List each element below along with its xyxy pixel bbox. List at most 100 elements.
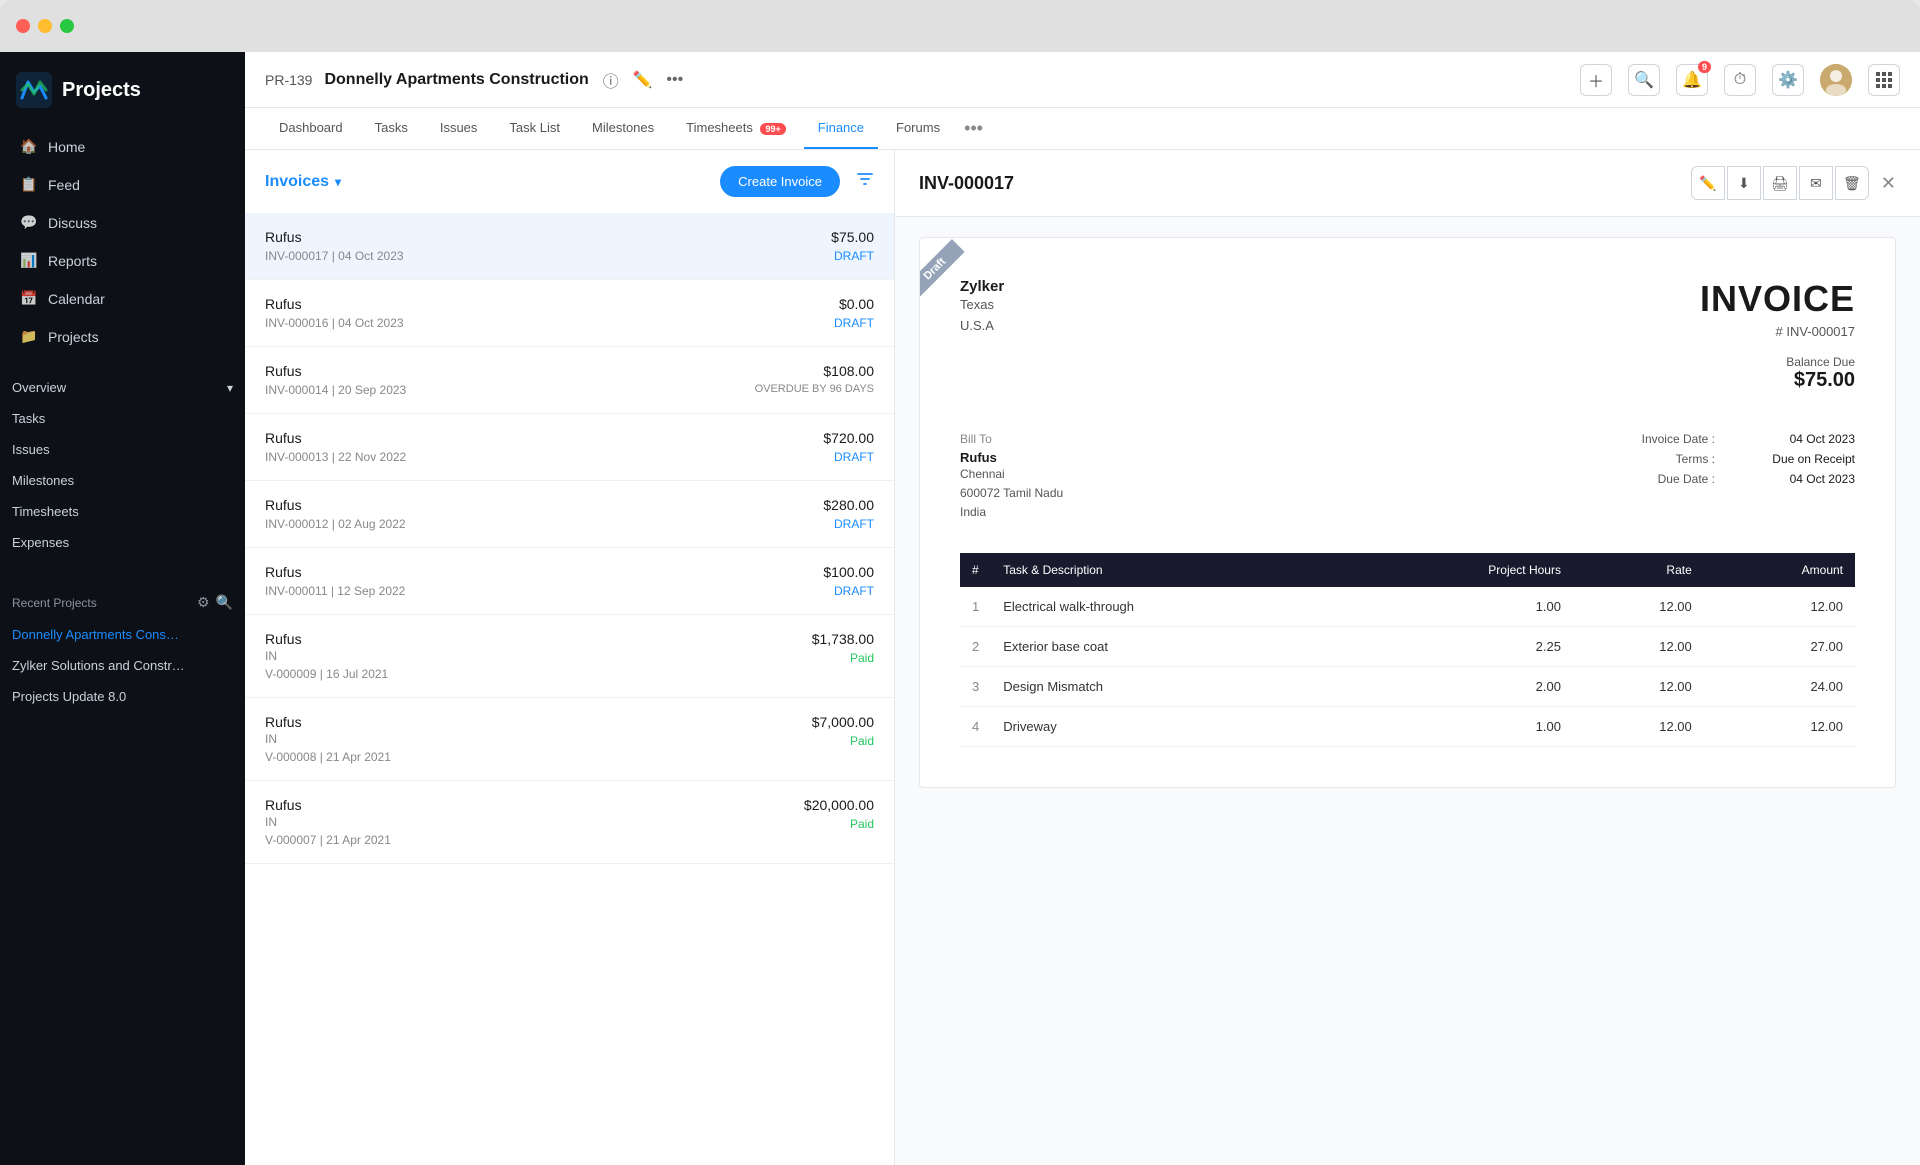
row1-amount: 12.00 xyxy=(1704,587,1855,627)
sidebar-item-discuss[interactable]: 💬 Discuss xyxy=(8,204,237,242)
tab-forums[interactable]: Forums xyxy=(882,108,954,149)
print-invoice-button[interactable]: 🖨 xyxy=(1763,166,1797,200)
invoice-status: DRAFT xyxy=(831,249,874,263)
notifications-button[interactable]: 🔔 9 xyxy=(1676,64,1708,96)
main-content: PR-139 Donnelly Apartments Construction … xyxy=(245,52,1920,1165)
sidebar-item-projects[interactable]: 📁 Projects xyxy=(8,318,237,356)
minimize-window-button[interactable] xyxy=(38,19,52,33)
tab-task-list[interactable]: Task List xyxy=(495,108,574,149)
tab-tasks[interactable]: Tasks xyxy=(361,108,422,149)
invoice-item-inv16[interactable]: Rufus INV-000016 | 04 Oct 2023 $0.00 DRA… xyxy=(245,280,894,347)
invoice-status: DRAFT xyxy=(823,517,874,531)
invoice-item-inv17[interactable]: Rufus INV-000017 | 04 Oct 2023 $75.00 DR… xyxy=(245,213,894,280)
edit-invoice-button[interactable]: ✏️ xyxy=(1691,166,1725,200)
col-rate-header: Rate xyxy=(1573,553,1704,587)
invoice-name: Rufus IN xyxy=(265,631,388,663)
row2-rate: 12.00 xyxy=(1573,626,1704,666)
settings-icon[interactable]: ⚙ xyxy=(197,594,210,611)
invoice-name: Rufus xyxy=(265,229,404,245)
row3-amount: 24.00 xyxy=(1704,666,1855,706)
sidebar-item-milestones[interactable]: Milestones xyxy=(0,465,245,496)
close-window-button[interactable] xyxy=(16,19,30,33)
invoice-amount: $7,000.00 xyxy=(812,714,874,730)
sidebar-item-home[interactable]: 🏠 Home xyxy=(8,128,237,166)
grid-menu-button[interactable] xyxy=(1868,64,1900,96)
avatar[interactable] xyxy=(1820,64,1852,96)
sidebar-item-home-label: Home xyxy=(48,139,85,155)
sidebar-item-timesheets[interactable]: Timesheets xyxy=(0,496,245,527)
invoice-item-inv7[interactable]: Rufus IN V-000007 | 21 Apr 2021 $20,000.… xyxy=(245,781,894,864)
sidebar-item-expenses[interactable]: Expenses xyxy=(0,527,245,558)
tab-timesheets[interactable]: Timesheets 99+ xyxy=(672,108,800,149)
add-button[interactable]: ＋ xyxy=(1580,64,1612,96)
invoice-item-inv14[interactable]: Rufus INV-000014 | 20 Sep 2023 $108.00 O… xyxy=(245,347,894,414)
tab-dashboard[interactable]: Dashboard xyxy=(265,108,357,149)
tab-more-button[interactable]: ••• xyxy=(958,110,989,147)
tab-milestones[interactable]: Milestones xyxy=(578,108,668,149)
create-invoice-button[interactable]: Create Invoice xyxy=(720,166,840,197)
invoice-item-inv13[interactable]: Rufus INV-000013 | 22 Nov 2022 $720.00 D… xyxy=(245,414,894,481)
row4-hours: 1.00 xyxy=(1349,706,1573,746)
sidebar-item-tasks[interactable]: Tasks xyxy=(0,403,245,434)
sidebar-item-calendar[interactable]: 📅 Calendar xyxy=(8,280,237,318)
project-nav-tabs: Dashboard Tasks Issues Task List Milesto… xyxy=(245,108,1920,150)
close-detail-button[interactable]: ✕ xyxy=(1881,173,1896,194)
delete-invoice-button[interactable]: 🗑 xyxy=(1835,166,1869,200)
invoice-doc-header: Zylker Texas U.S.A INVOICE # INV-000017 … xyxy=(960,278,1855,392)
invoices-label: Invoices xyxy=(265,173,329,191)
col-desc-header: Task & Description xyxy=(991,553,1349,587)
more-options-icon[interactable]: ••• xyxy=(665,70,685,90)
sidebar-item-calendar-label: Calendar xyxy=(48,291,105,307)
invoice-name: Rufus xyxy=(265,430,406,446)
bill-to-address: Chennai 600072 Tamil Nadu India xyxy=(960,465,1063,523)
chevron-down-icon: ▾ xyxy=(227,381,233,395)
recent-project-zylker[interactable]: Zylker Solutions and Constr… xyxy=(0,650,245,681)
recent-project-update[interactable]: Projects Update 8.0 xyxy=(0,681,245,712)
invoice-item-inv12[interactable]: Rufus INV-000012 | 02 Aug 2022 $280.00 D… xyxy=(245,481,894,548)
tab-issues[interactable]: Issues xyxy=(426,108,492,149)
invoice-status: DRAFT xyxy=(823,584,874,598)
recent-projects-header: Recent Projects ⚙ 🔍 xyxy=(0,578,245,619)
email-invoice-button[interactable]: ✉ xyxy=(1799,166,1833,200)
invoice-heading: INVOICE # INV-000017 Balance Due $75.00 xyxy=(1700,278,1855,392)
download-invoice-button[interactable]: ⬇ xyxy=(1727,166,1761,200)
invoice-item-inv8[interactable]: Rufus IN V-000008 | 21 Apr 2021 $7,000.0… xyxy=(245,698,894,781)
sidebar-item-projects-label: Projects xyxy=(48,329,99,345)
sidebar-logo[interactable]: Projects xyxy=(0,52,245,128)
invoices-title[interactable]: Invoices ▾ xyxy=(265,173,341,191)
invoice-meta: INV-000011 | 12 Sep 2022 xyxy=(265,584,405,598)
reports-icon: 📊 xyxy=(20,252,38,270)
info-icon[interactable]: ⓘ xyxy=(601,70,621,90)
invoice-list-panel: Invoices ▾ Create Invoice Rufus xyxy=(245,150,895,1165)
sidebar-overview-item[interactable]: Overview ▾ xyxy=(0,372,245,403)
invoice-date-label: Invoice Date : xyxy=(1642,432,1715,446)
edit-icon[interactable]: ✏️ xyxy=(633,70,653,90)
sidebar-item-feed[interactable]: 📋 Feed xyxy=(8,166,237,204)
invoice-terms-row: Terms : Due on Receipt xyxy=(1642,452,1855,466)
timer-button[interactable]: ⏱ xyxy=(1724,64,1756,96)
invoice-item-inv11[interactable]: Rufus INV-000011 | 12 Sep 2022 $100.00 D… xyxy=(245,548,894,615)
invoice-name: Rufus IN xyxy=(265,797,391,829)
invoice-item-inv9[interactable]: Rufus IN V-000009 | 16 Jul 2021 $1,738.0… xyxy=(245,615,894,698)
sidebar-logo-text: Projects xyxy=(62,79,141,102)
filter-icon[interactable] xyxy=(856,170,874,193)
row2-num: 2 xyxy=(960,626,991,666)
invoice-billing: Bill To Rufus Chennai 600072 Tamil Nadu … xyxy=(960,432,1855,523)
search-button[interactable]: 🔍 xyxy=(1628,64,1660,96)
feed-icon: 📋 xyxy=(20,176,38,194)
sidebar-item-feed-label: Feed xyxy=(48,177,80,193)
invoice-terms-label: Terms : xyxy=(1676,452,1715,466)
invoice-amount: $280.00 xyxy=(823,497,874,513)
tab-finance[interactable]: Finance xyxy=(804,108,878,149)
sidebar-item-issues[interactable]: Issues xyxy=(0,434,245,465)
search-icon[interactable]: 🔍 xyxy=(216,594,233,611)
invoice-amount: $75.00 xyxy=(831,229,874,245)
invoice-status: Paid xyxy=(812,734,874,748)
table-row: 4 Driveway 1.00 12.00 12.00 xyxy=(960,706,1855,746)
settings-button[interactable]: ⚙️ xyxy=(1772,64,1804,96)
recent-project-donnelly[interactable]: Donnelly Apartments Cons… xyxy=(0,619,245,650)
invoice-terms-value: Due on Receipt xyxy=(1735,452,1855,466)
maximize-window-button[interactable] xyxy=(60,19,74,33)
sidebar-item-reports[interactable]: 📊 Reports xyxy=(8,242,237,280)
traffic-lights xyxy=(16,19,74,33)
